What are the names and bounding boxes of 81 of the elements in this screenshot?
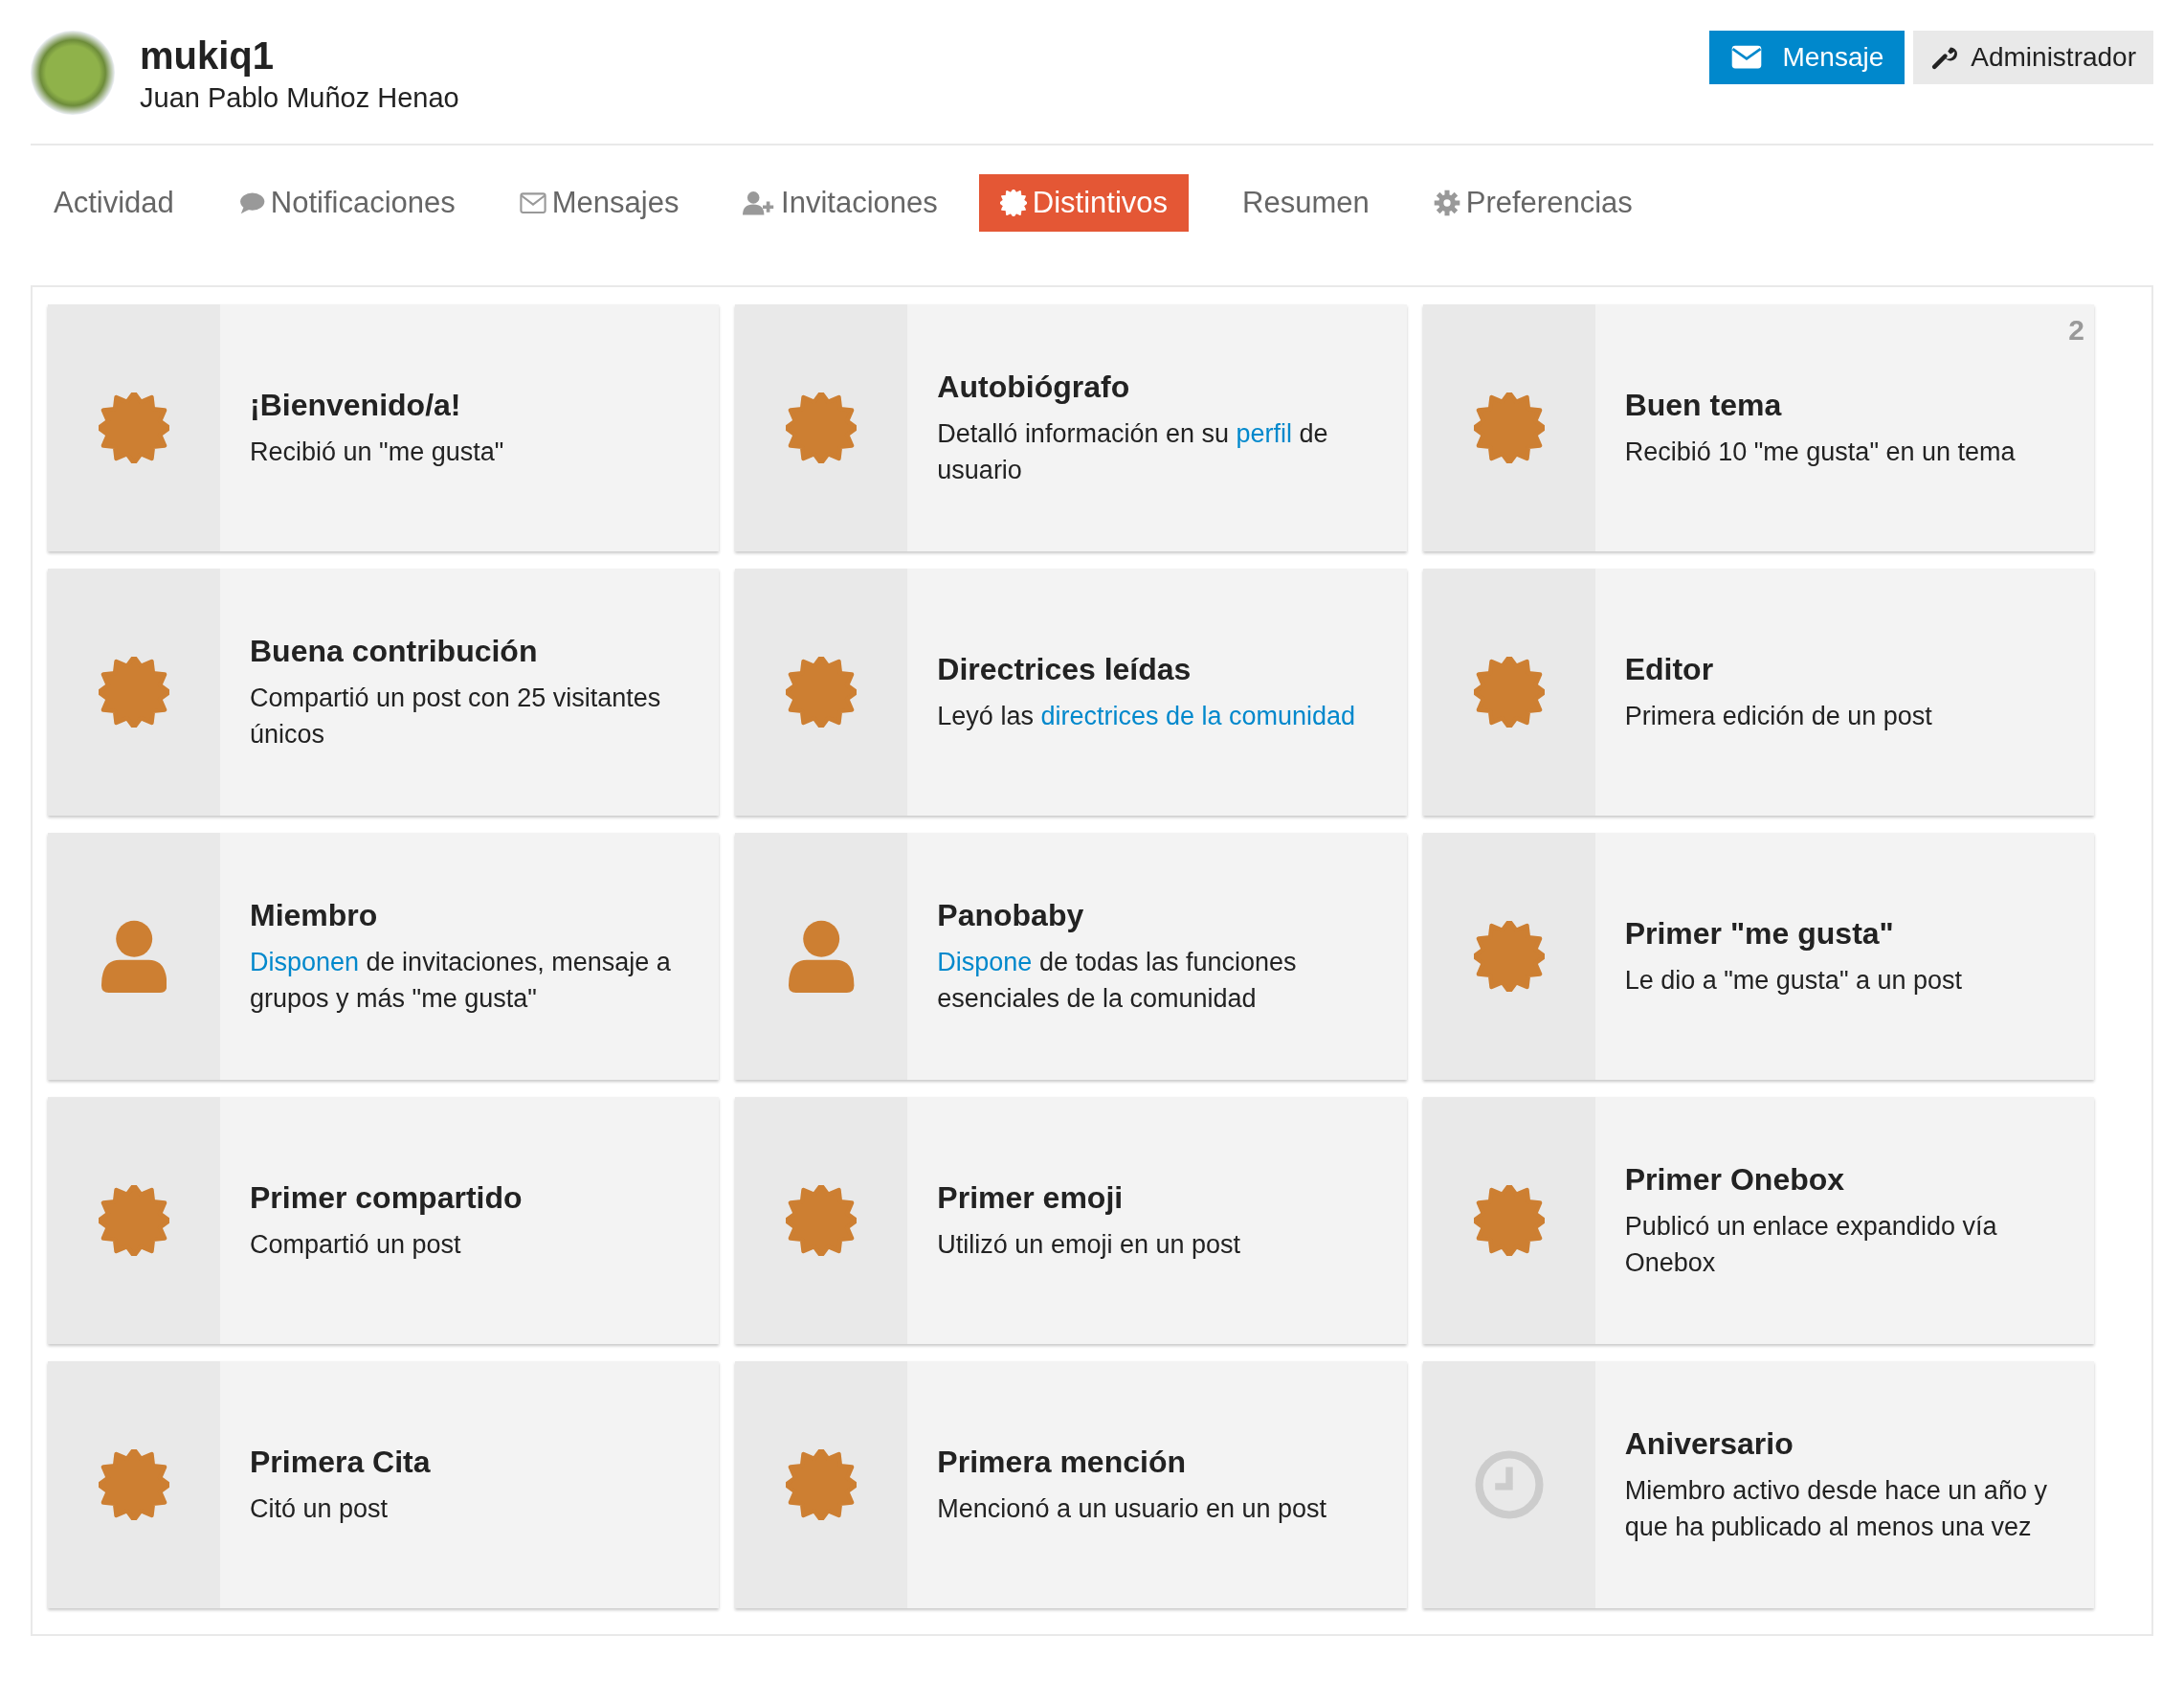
envelope-icon	[1730, 44, 1764, 71]
username: mukiq1	[140, 34, 276, 78]
badge-title: ¡Bienvenido/a!	[250, 387, 462, 425]
badge-title: Buen tema	[1624, 387, 1783, 425]
nav-tab[interactable]: Distintivos	[978, 174, 1190, 232]
nav-tab[interactable]: Preferencias	[1410, 174, 1643, 232]
badge-card[interactable]: Primera Cita Citó un post	[48, 1361, 720, 1608]
badge-icon	[786, 1449, 858, 1520]
badge-description: Disponen de invitaciones, mensaje a grupos y más "me gusta"	[250, 946, 672, 1015]
badge-card[interactable]: Aniversario Miembro activo desde hace un año y que ha publicado al menos una vez	[1422, 1361, 2094, 1608]
badge-title: Aniversario	[1624, 1425, 1794, 1464]
badge-card[interactable]: ¡Bienvenido/a! Recibió un "me gusta"	[48, 304, 720, 551]
badge-icon	[786, 1185, 858, 1256]
badge-description: Compartió un post	[250, 1228, 462, 1261]
badge-title: Primer emoji	[937, 1179, 1125, 1218]
badge-description: Leyó las directrices de la comunidad	[937, 700, 1357, 732]
badge-icon	[1473, 392, 1545, 463]
nav-tab[interactable]: Notificaciones	[214, 174, 466, 232]
badge-description: Utilizó un emoji en un post	[937, 1228, 1241, 1261]
full-name: Juan Pablo Muñoz Henao	[140, 82, 460, 114]
badge-description: Compartió un post con 25 visitantes únicos	[250, 682, 662, 751]
badge-card[interactable]: Panobaby Dispone de todas las funciones esenciales de la comunidad	[735, 833, 1407, 1080]
badge-count: 2	[2068, 314, 2084, 347]
badge-title: Primer compartido	[250, 1179, 524, 1218]
badge-description: Recibió 10 "me gusta" en un tema	[1624, 436, 2017, 468]
badge-description: Recibió un "me gusta"	[250, 436, 505, 468]
badge-title: Buena contribución	[250, 633, 539, 671]
user-plus-icon	[743, 190, 776, 216]
user-icon	[100, 920, 167, 993]
badge-description: Dispone de todas las funciones esenciales de la comunidad	[937, 946, 1298, 1015]
nav-tab[interactable]: Resumen	[1219, 174, 1380, 232]
badge-icon	[786, 392, 858, 463]
nav-tab[interactable]: Actividad	[31, 174, 185, 232]
badge-description: Detalló información en su perfil de usuario	[937, 417, 1329, 486]
badge-description: Le dio a "me gusta" a un post	[1624, 964, 1964, 997]
nav-tab[interactable]: Invitaciones	[720, 174, 948, 232]
badge-icon	[99, 1449, 169, 1520]
badge-card[interactable]: Miembro Disponen de invitaciones, mensaje a grupos y más "me gusta"	[48, 833, 720, 1080]
badge-icon	[1473, 1185, 1545, 1256]
badge-title: Directrices leídas	[937, 651, 1192, 689]
badge-description: Publicó un enlace expandido vía Onebox	[1624, 1210, 1998, 1279]
badge-title: Autobiógrafo	[937, 369, 1131, 407]
inline-link[interactable]: directrices de la comunidad	[1040, 701, 1356, 730]
badge-title: Editor	[1624, 651, 1715, 689]
badge-title: Primera Cita	[250, 1444, 432, 1482]
badge-icon	[1473, 657, 1545, 728]
badge-card[interactable]: Buena contribución Compartió un post con 25 visitantes únicos	[48, 569, 720, 816]
badge-card[interactable]: Buen tema Recibió 10 "me gusta" en un tema 2	[1422, 304, 2094, 551]
badge-icon	[99, 392, 169, 463]
badge-icon	[99, 657, 169, 728]
inline-link[interactable]: Disponen	[250, 947, 360, 976]
badge-title: Panobaby	[937, 897, 1085, 935]
inline-link[interactable]: Dispone	[937, 947, 1033, 976]
badge-icon	[999, 190, 1027, 216]
envelope-icon	[519, 191, 546, 214]
badge-card[interactable]: Primera mención Mencionó a un usuario en un post	[735, 1361, 1407, 1608]
badge-title: Primer "me gusta"	[1624, 915, 1895, 953]
badge-title: Primera mención	[937, 1444, 1187, 1482]
user-icon	[789, 920, 855, 993]
clock-icon	[1473, 1449, 1545, 1520]
badge-icon	[1473, 921, 1545, 992]
badge-card[interactable]: Primer compartido Compartió un post	[48, 1097, 720, 1344]
badge-description: Miembro activo desde hace un año y que ha publicado al menos una vez	[1624, 1474, 2048, 1543]
badge-card[interactable]: Autobiógrafo Detalló información en su perfil de usuario	[735, 304, 1407, 551]
badge-title: Primer Onebox	[1624, 1161, 1846, 1199]
badge-description: Primera edición de un post	[1624, 700, 1933, 732]
badge-icon	[99, 1185, 169, 1256]
badge-icon	[786, 657, 858, 728]
inline-link[interactable]: perfil	[1236, 418, 1293, 448]
badge-card[interactable]: Primer "me gusta" Le dio a "me gusta" a un post	[1422, 833, 2094, 1080]
nav-tab[interactable]: Mensajes	[496, 174, 690, 232]
badge-card[interactable]: Editor Primera edición de un post	[1422, 569, 2094, 816]
badge-card[interactable]: Primer emoji Utilizó un emoji en un post	[735, 1097, 1407, 1344]
badge-description: Citó un post	[250, 1492, 390, 1525]
badge-description: Mencionó a un usuario en un post	[937, 1492, 1328, 1525]
badge-title: Miembro	[250, 897, 379, 935]
badge-card[interactable]: Directrices leídas Leyó las directrices de la comunidad	[735, 569, 1407, 816]
message-button[interactable]: Mensaje	[1709, 31, 1905, 84]
badge-card[interactable]: Primer Onebox Publicó un enlace expandido vía Onebox	[1422, 1097, 2094, 1344]
admin-button[interactable]: Administrador	[1913, 31, 2153, 84]
gear-icon	[1433, 190, 1460, 216]
